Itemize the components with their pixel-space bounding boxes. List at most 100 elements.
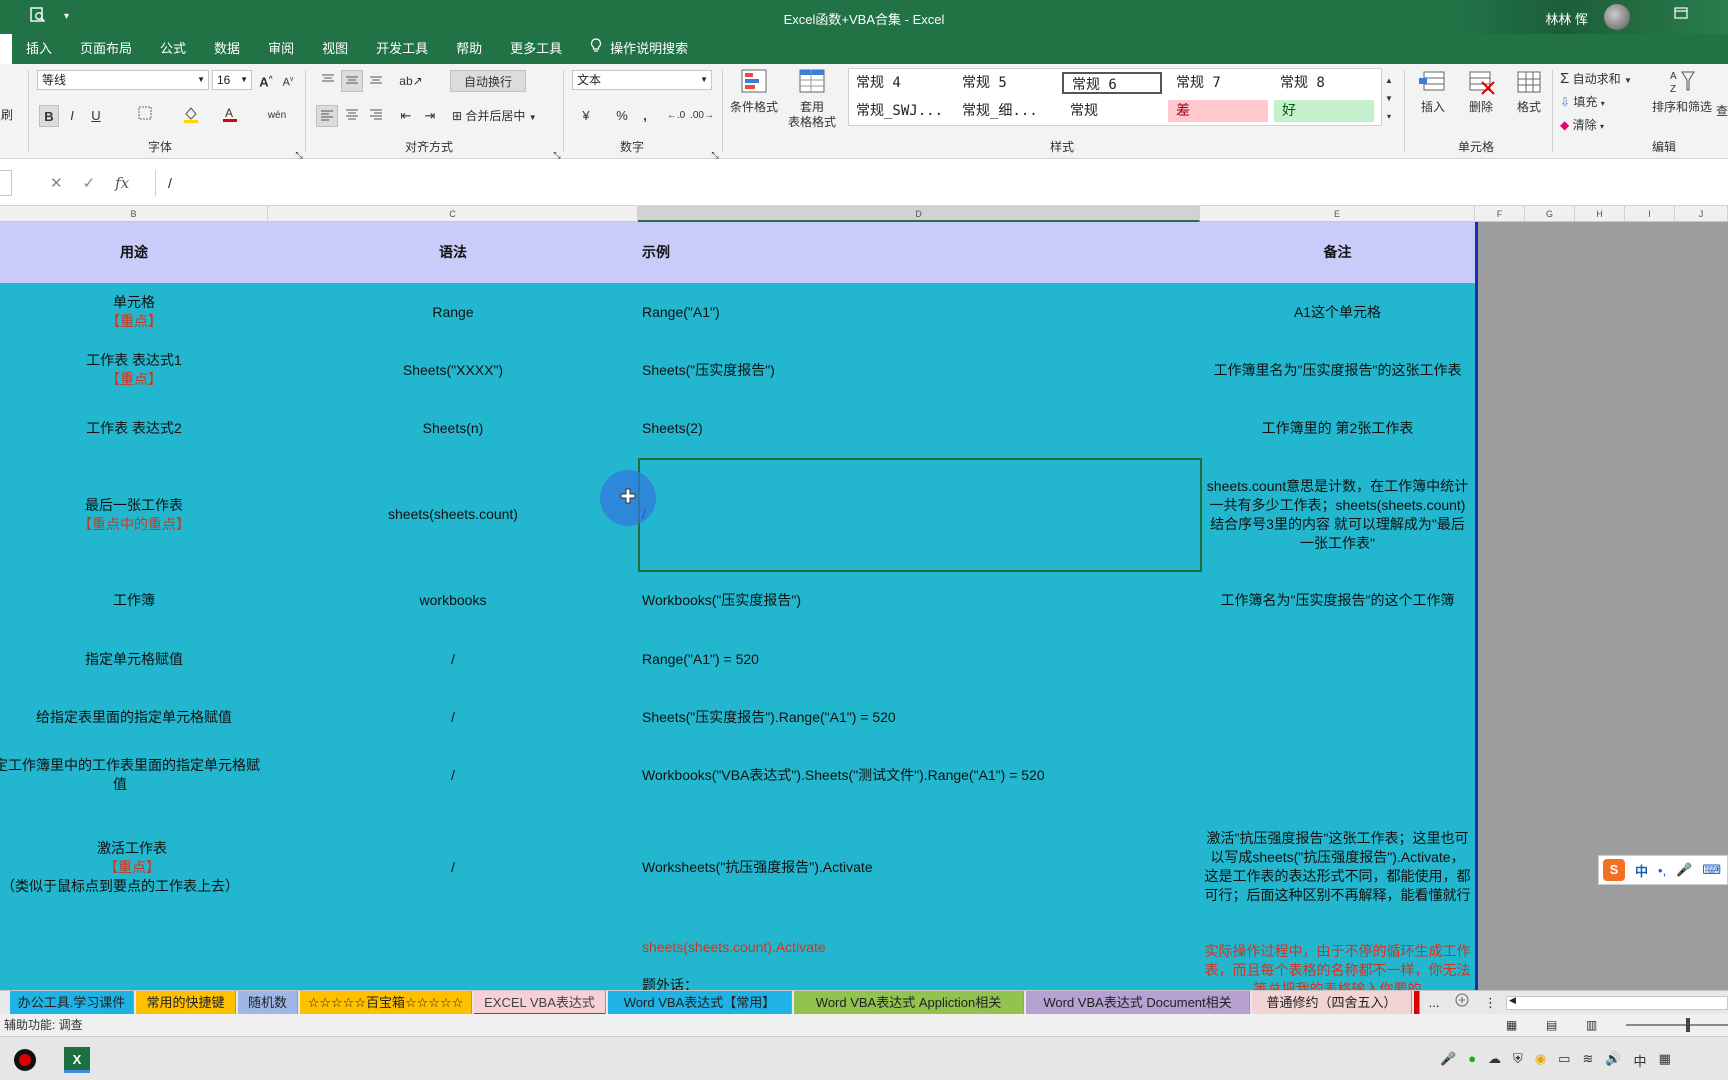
style-normal-5[interactable]: 常规 5 — [954, 72, 1054, 94]
style-normal-4[interactable]: 常规 4 — [848, 72, 948, 94]
table-cell[interactable]: workbooks — [268, 571, 640, 632]
table-cell[interactable]: / — [268, 688, 640, 748]
autosum-button[interactable]: Σ 自动求和 ▼ — [1560, 68, 1650, 90]
format-cells-button[interactable]: 格式 — [1506, 68, 1552, 115]
borders-icon[interactable] — [134, 105, 156, 127]
table-cell[interactable]: 激活工作表 【重点】 （类似于鼠标点到要点的工作表上去） — [0, 804, 270, 932]
table-cell[interactable]: 单元格 【重点】 — [0, 283, 270, 343]
table-cell[interactable]: 工作簿里名为"压实度报告"的这张工作表 — [1200, 341, 1477, 401]
align-left-icon[interactable] — [316, 105, 338, 127]
restore-icon[interactable] — [1674, 6, 1688, 22]
table-cell[interactable]: Workbooks("VBA表达式").Sheets("测试文件").Range… — [638, 746, 1202, 806]
style-normal-detail[interactable]: 常规_细... — [954, 100, 1054, 122]
record-icon[interactable] — [14, 1049, 36, 1071]
percent-icon[interactable]: % — [612, 105, 632, 127]
wechat-icon[interactable]: ● — [1468, 1051, 1476, 1070]
table-cell[interactable] — [1200, 630, 1477, 690]
orientation-icon[interactable]: ab↗ — [398, 70, 424, 92]
table-cell[interactable]: sheets(sheets.count).Activate 题外话： — [638, 930, 1202, 990]
ime-toolbar[interactable]: S 中 •, 🎤 ⌨ — [1598, 855, 1728, 885]
style-good[interactable]: 好 — [1274, 100, 1374, 122]
sheet-tab-random[interactable]: 随机数 — [238, 991, 298, 1015]
font-name-combo[interactable]: 等线 ▼ — [37, 70, 209, 90]
add-sheet-icon[interactable] — [1450, 991, 1474, 1015]
font-size-combo[interactable]: 16 ▼ — [212, 70, 252, 90]
table-cell[interactable]: 最后一张工作表 【重点中的重点】 — [0, 458, 270, 573]
underline-button[interactable]: U — [88, 105, 104, 127]
merge-center-button[interactable]: ⊞ 合并后居中 ▼ — [452, 105, 552, 127]
app-tray-icon[interactable]: ◉ — [1535, 1051, 1546, 1070]
table-cell[interactable]: Sheets("压实度报告") — [638, 341, 1202, 401]
decrease-decimal-icon[interactable]: .00→ — [690, 105, 714, 127]
scroll-left-icon[interactable]: ◀ — [1509, 995, 1516, 1006]
ime-tray-icon[interactable]: 中 — [1634, 1051, 1647, 1070]
table-cell[interactable]: 指定工作簿里中的工作表里面的指定单元格赋值 — [0, 746, 270, 806]
table-cell[interactable]: 工作表 表达式1 【重点】 — [0, 341, 270, 401]
sheet-tab-shortcuts[interactable]: 常用的快捷键 — [136, 991, 236, 1015]
increase-font-icon[interactable]: A^ — [258, 69, 274, 91]
tab-view[interactable]: 视图 — [308, 34, 362, 64]
page-break-view-icon[interactable]: ▥ — [1586, 1014, 1597, 1036]
align-bottom-icon[interactable] — [366, 70, 386, 92]
table-cell[interactable]: / — [268, 804, 640, 932]
sheet-tab-word-vba-application[interactable]: Word VBA表达式 Appliction相关 — [794, 991, 1024, 1015]
excel-app-icon[interactable]: X — [64, 1047, 90, 1073]
fill-button[interactable]: ⇩ 填充 ▾ — [1560, 91, 1630, 113]
table-cell[interactable] — [1200, 688, 1477, 748]
tab-insert[interactable]: 插入 — [12, 34, 66, 64]
table-cell[interactable] — [0, 930, 270, 990]
tab-more-tools[interactable]: 更多工具 — [496, 34, 576, 64]
style-normal[interactable]: 常规 — [1062, 100, 1162, 122]
table-header-syntax[interactable]: 语法 — [268, 222, 640, 285]
table-cell[interactable]: Range — [268, 283, 640, 343]
fill-color-icon[interactable] — [180, 105, 202, 127]
cloud-icon[interactable]: ☁ — [1488, 1051, 1501, 1070]
increase-decimal-icon[interactable]: ←.0 — [664, 105, 688, 127]
column-header-j[interactable]: J — [1675, 206, 1728, 222]
page-layout-view-icon[interactable]: ▤ — [1546, 1014, 1557, 1036]
tab-page-layout[interactable]: 页面布局 — [66, 34, 146, 64]
column-header-e[interactable]: E — [1200, 206, 1475, 222]
accessibility-status[interactable]: 辅助功能: 调查 — [4, 1018, 83, 1032]
tab-splitter[interactable]: ⋮ — [1484, 991, 1497, 1015]
table-cell[interactable]: Sheets(n) — [268, 399, 640, 460]
more-sheets-button[interactable]: ... — [1422, 991, 1446, 1015]
tab-file[interactable] — [0, 34, 12, 64]
font-color-icon[interactable]: A — [220, 105, 240, 127]
conditional-format-button[interactable]: 条件格式 — [728, 68, 780, 115]
table-cell[interactable]: Range("A1") — [638, 283, 1202, 343]
zoom-slider[interactable] — [1626, 1018, 1728, 1032]
table-cell[interactable]: 工作簿名为"压实度报告"的这个工作簿 — [1200, 571, 1477, 632]
delete-cells-button[interactable]: 删除 — [1458, 68, 1504, 115]
table-cell[interactable]: 工作簿 — [0, 571, 270, 632]
style-normal-7[interactable]: 常规 7 — [1168, 72, 1268, 94]
insert-function-icon[interactable]: fx — [115, 174, 129, 192]
formula-input[interactable]: / — [155, 170, 1728, 196]
tab-developer[interactable]: 开发工具 — [362, 34, 442, 64]
table-cell[interactable]: 激活"抗压强度报告"这张工作表；这里也可以写成sheets("抗压强度报告").… — [1200, 804, 1477, 932]
table-cell[interactable]: Range("A1") = 520 — [638, 630, 1202, 690]
style-normal-6[interactable]: 常规 6 — [1062, 72, 1162, 94]
microphone-tray-icon[interactable]: 🎤 — [1440, 1051, 1456, 1070]
currency-icon[interactable]: ¥ — [574, 105, 598, 127]
table-cell[interactable]: 指定单元格赋值 — [0, 630, 270, 690]
table-cell[interactable]: Sheets("压实度报告").Range("A1") = 520 — [638, 688, 1202, 748]
enter-icon[interactable]: ✓ — [83, 174, 96, 192]
avatar[interactable] — [1604, 4, 1630, 30]
table-header-notes[interactable]: 备注 — [1200, 222, 1477, 285]
tab-help[interactable]: 帮助 — [442, 34, 496, 64]
column-header-c[interactable]: C — [268, 206, 638, 222]
horizontal-scrollbar[interactable]: ◀ — [1506, 995, 1728, 1010]
table-cell[interactable]: 实际操作过程中，由于不停的循环生成工作表，而且每个表格的名称都不一样，你无法等总… — [1200, 930, 1477, 990]
find-select-partial[interactable]: 查 — [1716, 100, 1728, 122]
name-box[interactable] — [0, 170, 12, 196]
column-header-h[interactable]: H — [1575, 206, 1625, 222]
wrap-text-button[interactable]: 自动换行 — [450, 70, 526, 92]
align-middle-icon[interactable] — [341, 70, 363, 92]
column-header-g[interactable]: G — [1525, 206, 1575, 222]
sheet-tab-rounding[interactable]: 普通修约（四舍五入） — [1252, 991, 1412, 1015]
cancel-icon[interactable]: ✕ — [50, 174, 63, 192]
volume-icon[interactable]: 🔊 — [1605, 1051, 1621, 1070]
style-normal-swj[interactable]: 常规_SWJ... — [848, 100, 948, 122]
clear-button[interactable]: ◆ 清除 ▾ — [1560, 114, 1630, 136]
